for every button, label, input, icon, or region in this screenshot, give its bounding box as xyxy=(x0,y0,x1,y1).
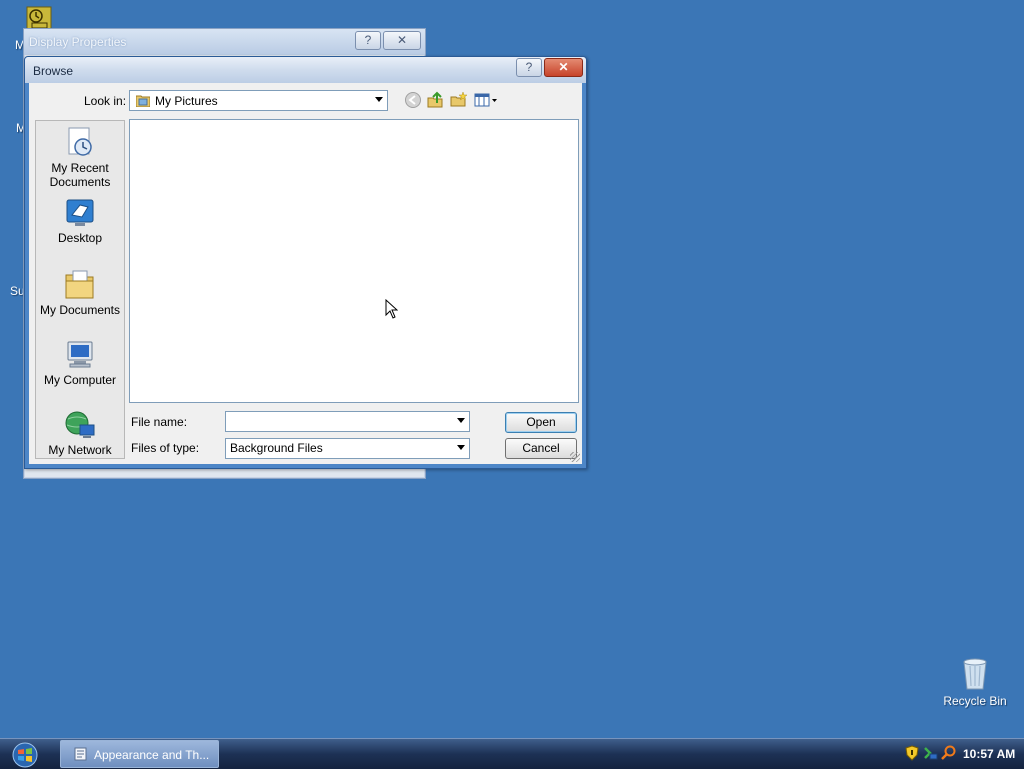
file-list-view[interactable] xyxy=(129,119,579,403)
look-in-dropdown[interactable]: My Pictures xyxy=(129,90,388,111)
desktop-recycle-bin[interactable]: Recycle Bin xyxy=(940,656,1010,708)
recent-documents-icon xyxy=(68,127,92,156)
appearance-icon xyxy=(74,747,87,761)
place-label: My Computer xyxy=(43,373,117,387)
place-label: My Network xyxy=(48,443,112,457)
recycle-bin-icon xyxy=(963,658,987,690)
clock[interactable]: 10:57 AM xyxy=(963,747,1015,761)
new-folder-icon[interactable] xyxy=(450,91,468,109)
place-label-line2: Documents xyxy=(49,175,111,189)
files-of-type-dropdown[interactable]: Background Files xyxy=(225,438,470,459)
view-menu-icon[interactable] xyxy=(474,91,500,109)
browse-title: Browse xyxy=(33,64,74,78)
taskbar-button-label: Appearance and Th... xyxy=(94,748,210,762)
resize-grip[interactable] xyxy=(570,452,580,462)
browse-client-area: Look in: My Pictures My Recent Documents… xyxy=(29,83,582,464)
system-tray: 10:57 AM xyxy=(897,739,1024,769)
start-button-icon[interactable] xyxy=(8,741,42,769)
search-icon[interactable] xyxy=(941,745,957,761)
place-my-recent-documents[interactable]: My Recent Documents xyxy=(36,125,124,189)
chevron-down-icon[interactable] xyxy=(457,418,465,423)
browse-help-button[interactable]: ? xyxy=(516,58,542,77)
security-shield-icon[interactable] xyxy=(905,745,919,761)
desktop-icon xyxy=(66,199,94,226)
place-label: Desktop xyxy=(57,231,103,245)
place-my-computer[interactable]: My Computer xyxy=(36,339,124,387)
taskbar: Appearance and Th... 10:57 AM xyxy=(0,738,1024,769)
browse-dialog: Browse ? ✕ Look in: My Pictures My Recen… xyxy=(24,56,587,469)
my-network-icon xyxy=(65,411,95,438)
display-properties-title: Display Properties xyxy=(29,35,127,49)
cancel-button[interactable]: Cancel xyxy=(505,438,577,459)
display-properties-close-button[interactable]: ✕ xyxy=(383,31,421,50)
my-computer-icon xyxy=(67,341,93,368)
browse-close-button[interactable]: ✕ xyxy=(544,58,583,77)
file-name-input[interactable] xyxy=(225,411,470,432)
files-of-type-value: Background Files xyxy=(230,441,323,455)
place-label: My Recent xyxy=(51,161,109,175)
place-desktop[interactable]: Desktop xyxy=(36,197,124,245)
my-documents-icon xyxy=(65,270,94,299)
recycle-bin-label: Recycle Bin xyxy=(943,694,1007,708)
file-name-label: File name: xyxy=(131,415,188,429)
back-icon[interactable] xyxy=(404,91,422,109)
look-in-label: Look in: xyxy=(84,94,127,108)
place-my-documents[interactable]: My Documents xyxy=(36,267,124,317)
my-pictures-folder-icon xyxy=(136,95,150,107)
taskbar-button-appearance[interactable]: Appearance and Th... xyxy=(60,740,219,768)
chevron-down-icon[interactable] xyxy=(375,97,383,102)
place-my-network[interactable]: My Network xyxy=(36,409,124,457)
display-properties-help-button[interactable]: ? xyxy=(355,31,381,50)
places-bar: My Recent Documents Desktop My Documents xyxy=(35,120,125,459)
up-folder-icon[interactable] xyxy=(427,91,445,109)
place-label: My Documents xyxy=(39,303,121,317)
chevron-down-icon[interactable] xyxy=(457,445,465,450)
display-properties-titlebar[interactable]: Display Properties ? ✕ xyxy=(24,29,425,55)
browse-titlebar[interactable]: Browse ? ✕ xyxy=(25,57,586,83)
network-icon[interactable] xyxy=(922,745,938,761)
files-of-type-label: Files of type: xyxy=(131,441,200,455)
look-in-value: My Pictures xyxy=(155,94,218,108)
open-button[interactable]: Open xyxy=(505,412,577,433)
mouse-cursor-icon xyxy=(385,299,398,319)
